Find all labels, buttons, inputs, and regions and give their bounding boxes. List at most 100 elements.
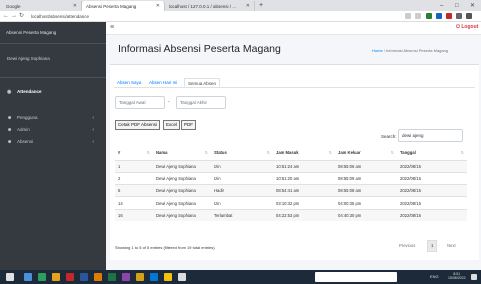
back-icon[interactable]: ← <box>3 12 9 21</box>
cell-number: 5 <box>115 184 153 197</box>
pdf-button[interactable]: PDF <box>181 120 196 130</box>
cell-number: 16 <box>115 208 153 222</box>
table-row: 16 Dewi Ajeng Sophiana Terlambat 04:22:53 p… <box>115 208 467 222</box>
extension-icon[interactable] <box>446 13 452 19</box>
close-window-button[interactable]: ✕ <box>470 1 475 11</box>
attendance-icon: ◉ <box>7 89 12 95</box>
extension-icon[interactable] <box>436 13 442 19</box>
settings-icon[interactable] <box>178 273 186 281</box>
search-label: Search: <box>381 134 397 139</box>
chevron-left-icon: ‹ <box>92 139 94 145</box>
cell-status: Izin <box>211 171 273 185</box>
taskbar-app-icon[interactable] <box>164 273 172 281</box>
reload-icon[interactable]: ↻ <box>19 12 24 21</box>
page-1-button[interactable]: 1 <box>427 240 438 252</box>
page-title: Informasi Absensi Peserta Magang <box>118 43 281 55</box>
close-tab-icon[interactable]: ✕ <box>246 3 250 9</box>
clock[interactable]: 8:51 15/08/2022 <box>448 272 466 280</box>
cell-jam-keluar: 08:55:06 am <box>335 159 397 173</box>
browser-tab-google[interactable]: Google ✕ <box>2 1 82 11</box>
puzzle-icon[interactable] <box>456 13 462 19</box>
sidebar-user[interactable]: Dewi Ajeng Sophiana <box>0 44 106 78</box>
cell-jam-masuk: 08:54:41 am <box>273 184 335 197</box>
cell-nama: Dewi Ajeng Sophiana <box>153 184 211 197</box>
col-header-tanggal[interactable]: Tanggal ⇅ <box>397 146 467 161</box>
share-icon[interactable] <box>405 13 411 19</box>
col-header-jam-masuk[interactable]: Jam Masuk ⇅ <box>273 146 335 161</box>
word-icon[interactable] <box>80 273 88 281</box>
taskbar-search-input[interactable] <box>315 272 397 282</box>
star-icon[interactable] <box>415 13 421 19</box>
taskbar-app-icon[interactable] <box>150 273 158 281</box>
taskbar-app-icon[interactable] <box>66 273 74 281</box>
sidebar-brand[interactable]: Absensi Peserta Magang <box>0 22 106 44</box>
minimize-button[interactable]: – <box>440 1 443 11</box>
url-input[interactable]: localhost/absensi/attendance <box>28 13 378 21</box>
col-header-jam-keluar[interactable]: Jam Keluar ⇅ <box>335 146 397 161</box>
close-tab-icon[interactable]: ✕ <box>73 3 77 9</box>
sort-icon: ⇅ <box>460 150 464 155</box>
tab-divider <box>114 87 475 88</box>
extension-icon[interactable] <box>426 13 432 19</box>
sidebar-item-admin[interactable]: ☻ Admin ‹ <box>0 124 106 136</box>
windows-start-icon[interactable] <box>6 273 14 281</box>
notification-icon[interactable] <box>471 274 477 280</box>
browser-tab-absensi[interactable]: Absensi Peserta Magang ✕ <box>82 1 165 11</box>
new-tab-button[interactable]: + <box>259 1 263 11</box>
close-tab-icon[interactable]: ✕ <box>156 3 160 9</box>
previous-page-button[interactable]: Previous <box>396 240 418 252</box>
chrome-icon[interactable] <box>38 273 46 281</box>
excel-icon[interactable] <box>108 273 116 281</box>
cell-number: 14 <box>115 196 153 210</box>
cell-jam-masuk: 10:51:24 am <box>273 159 335 173</box>
table-row: 5 Dewi Ajeng Sophiana Hadir 08:54:41 am 08:5… <box>115 184 467 197</box>
sidebar-item-attendance[interactable]: ◉ Attendance <box>0 86 106 98</box>
sort-icon: ⇅ <box>204 150 208 155</box>
tab-semua-absen[interactable]: Semua Absen <box>184 78 221 87</box>
sort-icon: ⇅ <box>146 150 150 155</box>
cell-status: Hadir <box>211 184 273 197</box>
browser-tab-phpmyadmin[interactable]: localhost / 127.0.0.1 / absensi / ... ✕ <box>165 1 255 11</box>
cell-jam-keluar: 04:40:30 pm <box>335 208 397 222</box>
cell-nama: Dewi Ajeng Sophiana <box>153 159 211 173</box>
table-row: 1 Dewi Ajeng Sophiana Izin 10:51:24 am 08:55… <box>115 159 467 173</box>
col-header-status[interactable]: Status ⇅ <box>211 146 273 161</box>
next-page-button[interactable]: Next <box>444 240 459 252</box>
tab-absen-saya[interactable]: Absen Saya <box>114 78 144 87</box>
start-date-input[interactable]: Tanggal Awal <box>115 96 165 109</box>
profile-icon[interactable] <box>466 13 472 19</box>
file-explorer-icon[interactable] <box>52 273 60 281</box>
table-row: 2 Dewi Ajeng Sophiana Izin 10:51:20 am 08:55… <box>115 171 467 185</box>
taskbar-app-icon[interactable] <box>122 273 130 281</box>
col-header-nama[interactable]: Nama ⇅ <box>153 146 211 161</box>
col-header-number[interactable]: # ⇅ <box>115 146 153 161</box>
taskbar-app-icon[interactable] <box>24 273 32 281</box>
cell-nama: Dewi Ajeng Sophiana <box>153 171 211 185</box>
taskbar-app-icon[interactable] <box>136 273 144 281</box>
cell-status: Izin <box>211 159 273 173</box>
chevron-left-icon: ‹ <box>92 115 94 121</box>
excel-button[interactable]: Excel <box>163 120 181 130</box>
sidebar-item-absensi[interactable]: ☻ Absensi ‹ <box>0 136 106 148</box>
cell-tanggal: 2022/08/15 <box>397 208 467 222</box>
sort-icon: ⇅ <box>328 150 332 155</box>
sidebar-item-pengguna[interactable]: ☻ Pengguna ‹ <box>0 112 106 124</box>
cell-nama: Dewi Ajeng Sophiana <box>153 208 211 222</box>
cell-tanggal: 2022/08/15 <box>397 159 467 173</box>
tab-absen-hari-ini[interactable]: Absen Hari Ini <box>146 78 180 87</box>
cell-tanggal: 2022/08/15 <box>397 171 467 185</box>
hamburger-icon[interactable]: ≡ <box>110 24 114 31</box>
language-indicator[interactable]: ENG <box>430 274 439 279</box>
cell-number: 2 <box>115 171 153 185</box>
end-date-input[interactable]: Tanggal Akhir <box>176 96 226 109</box>
breadcrumb-home[interactable]: Home <box>372 48 383 53</box>
print-pdf-button[interactable]: Cetak PDF Absensi <box>115 120 161 130</box>
breadcrumb-current: Informasi Absensi Peserta Magang <box>386 48 449 53</box>
logout-button[interactable]: ⏻ Logout <box>456 24 478 30</box>
forward-icon[interactable]: → <box>11 12 17 21</box>
cell-status: Terlambat <box>211 208 273 222</box>
search-input[interactable]: dewi ajeng <box>398 129 463 142</box>
maximize-button[interactable]: □ <box>455 1 459 11</box>
table-info: Showing 1 to 5 of 5 entries (filtered fr… <box>115 245 215 250</box>
taskbar-app-icon[interactable] <box>94 273 102 281</box>
